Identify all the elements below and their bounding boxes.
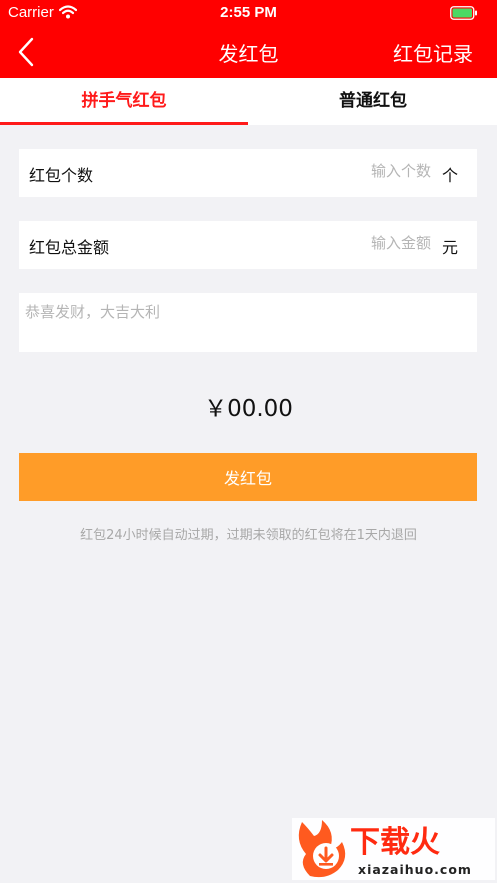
packet-count-unit: 个 (441, 166, 458, 185)
active-tab-indicator (0, 122, 248, 125)
svg-text:下载火: 下载火 (350, 825, 440, 860)
watermark: 下载火 xiazaihuo.com (292, 818, 495, 880)
nav-bar: 发红包 红包记录 (0, 26, 497, 78)
blessing-message-input[interactable] (25, 301, 465, 345)
blessing-message-box (19, 293, 477, 352)
xiazaihuo-logo: 下载火 xiazaihuo.com (298, 820, 472, 878)
back-button[interactable] (8, 32, 48, 72)
packet-count-input[interactable] (279, 161, 433, 181)
total-amount-input[interactable] (279, 233, 433, 253)
total-amount-unit: 元 (441, 238, 458, 257)
packet-count-row: 红包个数 个 (19, 149, 477, 197)
chevron-left-icon (18, 37, 34, 67)
total-amount-display: ￥00.00 (204, 396, 293, 422)
total-amount-label: 红包总金额 (29, 238, 110, 257)
tab-bar: 拼手气红包 普通红包 (0, 78, 497, 125)
battery-icon (450, 5, 478, 20)
svg-text:xiazaihuo.com: xiazaihuo.com (358, 862, 472, 877)
tab-normal-red-packet[interactable]: 普通红包 (249, 78, 497, 125)
total-amount-row: 红包总金额 元 (19, 221, 477, 269)
status-time: 2:55 PM (220, 4, 277, 21)
status-bar: Carrier 2:55 PM (0, 0, 497, 26)
packet-count-label: 红包个数 (29, 166, 94, 185)
tab-lucky-red-packet[interactable]: 拼手气红包 (0, 78, 248, 125)
records-link[interactable]: 红包记录 (393, 38, 473, 67)
app-header: Carrier 2:55 PM 发红包 红包记录 (0, 0, 497, 78)
expiry-hint: 红包24小时候自动过期，过期未领取的红包将在1天内退回 (80, 528, 417, 543)
send-red-packet-button[interactable]: 发红包 (19, 453, 477, 501)
